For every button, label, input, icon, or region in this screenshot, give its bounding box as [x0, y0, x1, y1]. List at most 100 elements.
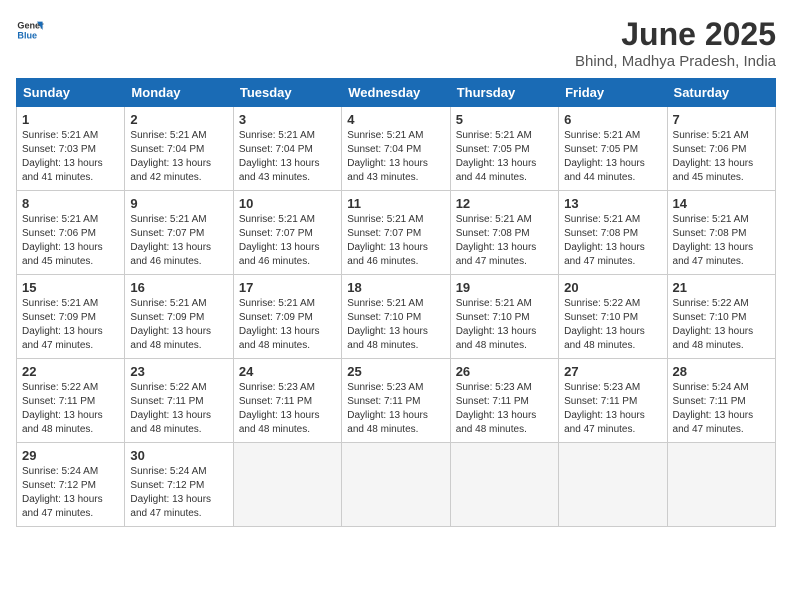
- week-row-1: 1 Sunrise: 5:21 AMSunset: 7:03 PMDaylight…: [17, 107, 776, 191]
- day-number: 11: [347, 196, 444, 211]
- day-info: Sunrise: 5:21 AMSunset: 7:09 PMDaylight:…: [239, 297, 336, 353]
- day-info: Sunrise: 5:21 AMSunset: 7:06 PMDaylight:…: [22, 213, 119, 269]
- day-info: Sunrise: 5:23 AMSunset: 7:11 PMDaylight:…: [347, 381, 444, 437]
- day-info: Sunrise: 5:23 AMSunset: 7:11 PMDaylight:…: [564, 381, 661, 437]
- day-number: 19: [456, 280, 553, 295]
- day-info: Sunrise: 5:21 AMSunset: 7:07 PMDaylight:…: [239, 213, 336, 269]
- calendar-cell: 23 Sunrise: 5:22 AMSunset: 7:11 PMDayligh…: [125, 359, 233, 443]
- week-row-5: 29 Sunrise: 5:24 AMSunset: 7:12 PMDayligh…: [17, 443, 776, 527]
- calendar-cell: [559, 443, 667, 527]
- day-info: Sunrise: 5:21 AMSunset: 7:08 PMDaylight:…: [456, 213, 553, 269]
- day-number: 28: [673, 364, 770, 379]
- title-area: June 2025 Bhind, Madhya Pradesh, India: [575, 16, 776, 70]
- day-info: Sunrise: 5:21 AMSunset: 7:09 PMDaylight:…: [130, 297, 227, 353]
- calendar-cell: 1 Sunrise: 5:21 AMSunset: 7:03 PMDaylight…: [17, 107, 125, 191]
- day-info: Sunrise: 5:21 AMSunset: 7:06 PMDaylight:…: [673, 129, 770, 185]
- calendar-cell: 16 Sunrise: 5:21 AMSunset: 7:09 PMDayligh…: [125, 275, 233, 359]
- day-info: Sunrise: 5:21 AMSunset: 7:08 PMDaylight:…: [564, 213, 661, 269]
- calendar-cell: 21Sunrise: 5:22 AMSunset: 7:10 PMDayligh…: [667, 275, 775, 359]
- calendar-cell: 17 Sunrise: 5:21 AMSunset: 7:09 PMDayligh…: [233, 275, 341, 359]
- calendar-cell: 2 Sunrise: 5:21 AMSunset: 7:04 PMDaylight…: [125, 107, 233, 191]
- header: General Blue June 2025 Bhind, Madhya Pra…: [16, 16, 776, 70]
- calendar-cell: 27Sunrise: 5:23 AMSunset: 7:11 PMDayligh…: [559, 359, 667, 443]
- col-header-sunday: Sunday: [17, 79, 125, 107]
- day-info: Sunrise: 5:21 AMSunset: 7:03 PMDaylight:…: [22, 129, 119, 185]
- day-number: 29: [22, 448, 119, 463]
- week-row-3: 15Sunrise: 5:21 AMSunset: 7:09 PMDayligh…: [17, 275, 776, 359]
- calendar-cell: 12 Sunrise: 5:21 AMSunset: 7:08 PMDayligh…: [450, 191, 558, 275]
- calendar-cell: 26 Sunrise: 5:23 AMSunset: 7:11 PMDayligh…: [450, 359, 558, 443]
- calendar-cell: 8 Sunrise: 5:21 AMSunset: 7:06 PMDaylight…: [17, 191, 125, 275]
- day-info: Sunrise: 5:21 AMSunset: 7:07 PMDaylight:…: [347, 213, 444, 269]
- calendar-cell: 25 Sunrise: 5:23 AMSunset: 7:11 PMDayligh…: [342, 359, 450, 443]
- day-info: Sunrise: 5:21 AMSunset: 7:04 PMDaylight:…: [130, 129, 227, 185]
- col-header-wednesday: Wednesday: [342, 79, 450, 107]
- col-header-tuesday: Tuesday: [233, 79, 341, 107]
- calendar-cell: 29Sunrise: 5:24 AMSunset: 7:12 PMDayligh…: [17, 443, 125, 527]
- calendar-cell: 20 Sunrise: 5:22 AMSunset: 7:10 PMDayligh…: [559, 275, 667, 359]
- calendar-cell: 15Sunrise: 5:21 AMSunset: 7:09 PMDayligh…: [17, 275, 125, 359]
- col-header-thursday: Thursday: [450, 79, 558, 107]
- day-number: 30: [130, 448, 227, 463]
- calendar-cell: [450, 443, 558, 527]
- calendar-cell: 28 Sunrise: 5:24 AMSunset: 7:11 PMDayligh…: [667, 359, 775, 443]
- svg-text:Blue: Blue: [17, 30, 37, 40]
- day-info: Sunrise: 5:21 AMSunset: 7:05 PMDaylight:…: [456, 129, 553, 185]
- day-info: Sunrise: 5:21 AMSunset: 7:08 PMDaylight:…: [673, 213, 770, 269]
- day-number: 4: [347, 112, 444, 127]
- day-number: 12: [456, 196, 553, 211]
- calendar-cell: 22Sunrise: 5:22 AMSunset: 7:11 PMDayligh…: [17, 359, 125, 443]
- col-header-friday: Friday: [559, 79, 667, 107]
- day-number: 25: [347, 364, 444, 379]
- day-info: Sunrise: 5:21 AMSunset: 7:09 PMDaylight:…: [22, 297, 119, 353]
- calendar-cell: [667, 443, 775, 527]
- calendar-cell: 19Sunrise: 5:21 AMSunset: 7:10 PMDayligh…: [450, 275, 558, 359]
- day-info: Sunrise: 5:21 AMSunset: 7:04 PMDaylight:…: [239, 129, 336, 185]
- calendar-cell: 18 Sunrise: 5:21 AMSunset: 7:10 PMDayligh…: [342, 275, 450, 359]
- day-number: 9: [130, 196, 227, 211]
- day-info: Sunrise: 5:21 AMSunset: 7:04 PMDaylight:…: [347, 129, 444, 185]
- calendar-cell: 24Sunrise: 5:23 AMSunset: 7:11 PMDayligh…: [233, 359, 341, 443]
- day-info: Sunrise: 5:22 AMSunset: 7:11 PMDaylight:…: [130, 381, 227, 437]
- day-info: Sunrise: 5:24 AMSunset: 7:11 PMDaylight:…: [673, 381, 770, 437]
- calendar-table: SundayMondayTuesdayWednesdayThursdayFrid…: [16, 78, 776, 527]
- day-number: 3: [239, 112, 336, 127]
- calendar-cell: 9Sunrise: 5:21 AMSunset: 7:07 PMDaylight…: [125, 191, 233, 275]
- day-info: Sunrise: 5:23 AMSunset: 7:11 PMDaylight:…: [239, 381, 336, 437]
- day-info: Sunrise: 5:24 AMSunset: 7:12 PMDaylight:…: [130, 465, 227, 521]
- calendar-cell: 7 Sunrise: 5:21 AMSunset: 7:06 PMDaylight…: [667, 107, 775, 191]
- day-info: Sunrise: 5:22 AMSunset: 7:11 PMDaylight:…: [22, 381, 119, 437]
- calendar-cell: 3 Sunrise: 5:21 AMSunset: 7:04 PMDaylight…: [233, 107, 341, 191]
- day-number: 23: [130, 364, 227, 379]
- calendar-cell: 13Sunrise: 5:21 AMSunset: 7:08 PMDayligh…: [559, 191, 667, 275]
- calendar-cell: 11 Sunrise: 5:21 AMSunset: 7:07 PMDayligh…: [342, 191, 450, 275]
- location-title: Bhind, Madhya Pradesh, India: [575, 53, 776, 70]
- calendar-cell: 4 Sunrise: 5:21 AMSunset: 7:04 PMDaylight…: [342, 107, 450, 191]
- week-row-2: 8 Sunrise: 5:21 AMSunset: 7:06 PMDaylight…: [17, 191, 776, 275]
- day-number: 6: [564, 112, 661, 127]
- col-header-saturday: Saturday: [667, 79, 775, 107]
- day-number: 2: [130, 112, 227, 127]
- calendar-cell: [233, 443, 341, 527]
- day-info: Sunrise: 5:21 AMSunset: 7:05 PMDaylight:…: [564, 129, 661, 185]
- calendar-cell: 6 Sunrise: 5:21 AMSunset: 7:05 PMDaylight…: [559, 107, 667, 191]
- day-info: Sunrise: 5:22 AMSunset: 7:10 PMDaylight:…: [673, 297, 770, 353]
- day-number: 20: [564, 280, 661, 295]
- day-number: 26: [456, 364, 553, 379]
- day-number: 8: [22, 196, 119, 211]
- day-number: 14: [673, 196, 770, 211]
- day-number: 18: [347, 280, 444, 295]
- day-number: 1: [22, 112, 119, 127]
- calendar-cell: 14 Sunrise: 5:21 AMSunset: 7:08 PMDayligh…: [667, 191, 775, 275]
- day-info: Sunrise: 5:22 AMSunset: 7:10 PMDaylight:…: [564, 297, 661, 353]
- day-number: 16: [130, 280, 227, 295]
- day-info: Sunrise: 5:23 AMSunset: 7:11 PMDaylight:…: [456, 381, 553, 437]
- day-number: 17: [239, 280, 336, 295]
- calendar-cell: [342, 443, 450, 527]
- calendar-cell: 5Sunrise: 5:21 AMSunset: 7:05 PMDaylight…: [450, 107, 558, 191]
- month-title: June 2025: [575, 16, 776, 53]
- day-info: Sunrise: 5:21 AMSunset: 7:10 PMDaylight:…: [347, 297, 444, 353]
- day-number: 7: [673, 112, 770, 127]
- header-row: SundayMondayTuesdayWednesdayThursdayFrid…: [17, 79, 776, 107]
- logo: General Blue: [16, 16, 44, 44]
